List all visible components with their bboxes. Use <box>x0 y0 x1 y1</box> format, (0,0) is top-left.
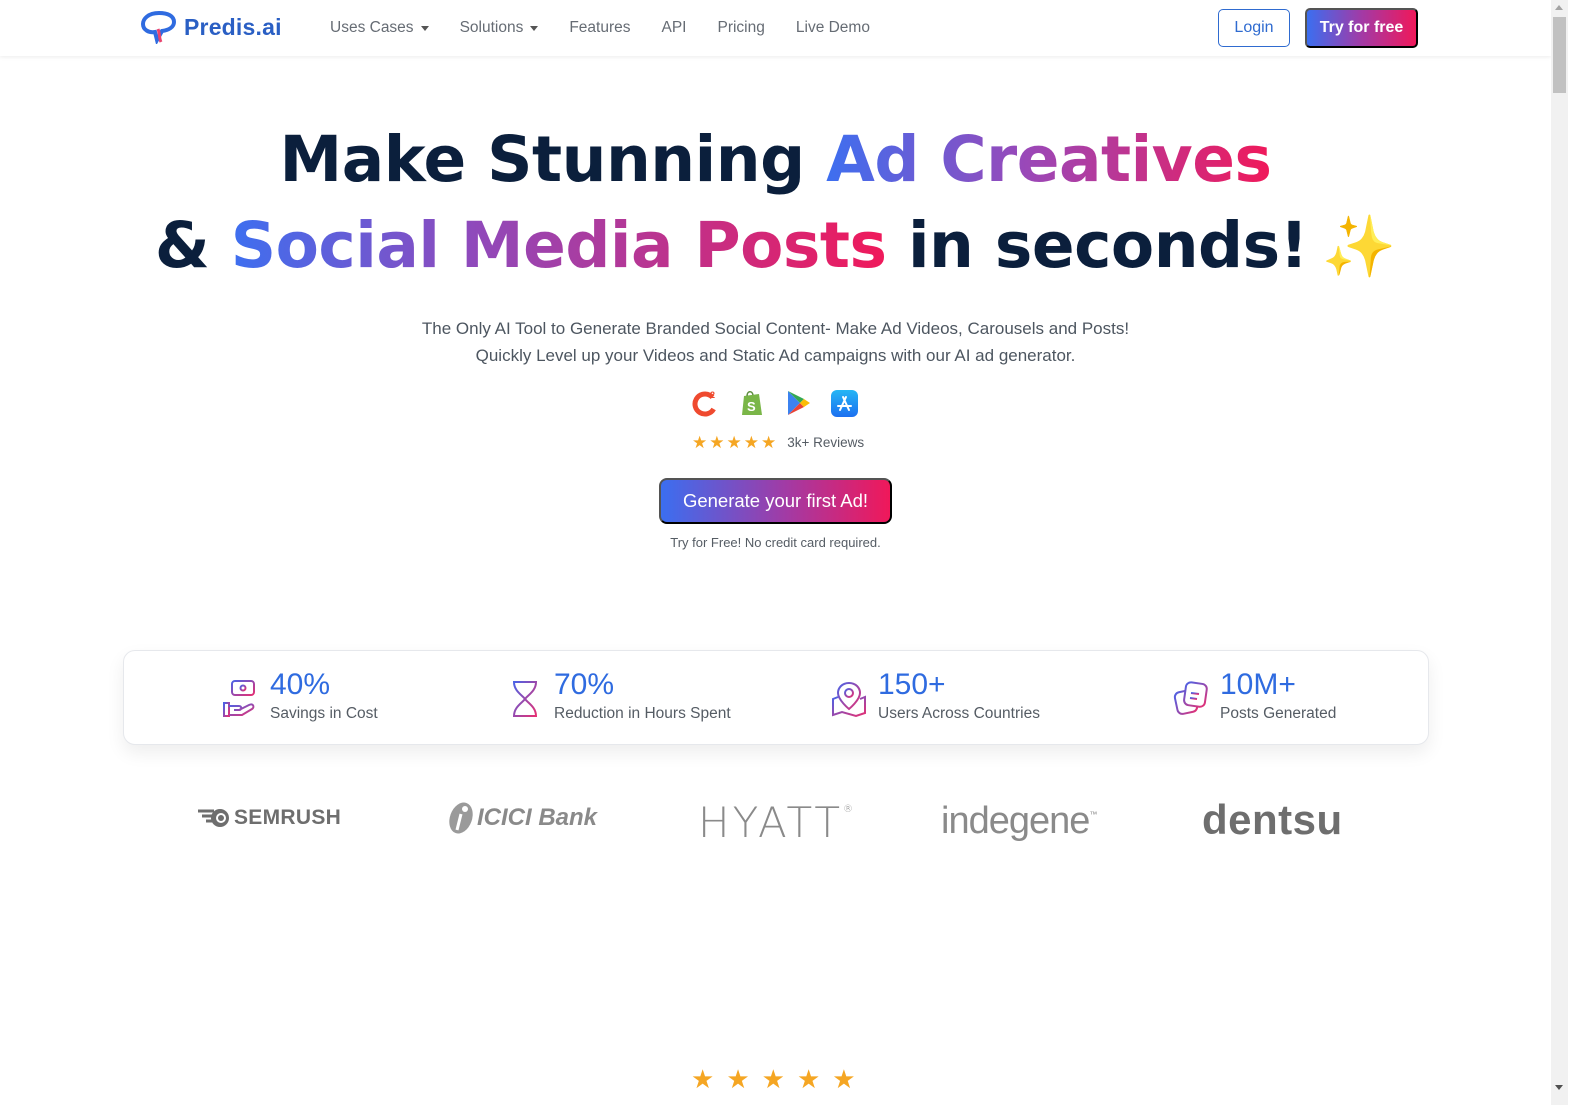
star-icon: ★ <box>761 433 777 452</box>
semrush-logo-text: SEMRUSH <box>234 806 342 829</box>
hero-title-highlight: Ad Creatives <box>826 123 1272 196</box>
money-hand-icon <box>223 680 255 717</box>
star-icon: ★ <box>726 433 742 452</box>
try-for-free-button[interactable]: Try for free <box>1305 8 1418 48</box>
scroll-down-arrow-icon[interactable] <box>1555 1085 1563 1090</box>
reviews-count: 3k+ Reviews <box>787 435 865 450</box>
nav-solutions[interactable]: Solutions <box>460 19 539 37</box>
scroll-up-arrow-icon[interactable] <box>1555 5 1563 10</box>
indegene-logo-text: indegene <box>941 800 1090 842</box>
predis-logo-icon <box>140 10 177 44</box>
trademark-mark: ™ <box>1089 810 1097 819</box>
hero-title-ampersand: & <box>154 209 231 282</box>
page-scrollbar[interactable] <box>1551 0 1568 1105</box>
hourglass-icon <box>512 681 538 717</box>
stat-value: 40% <box>270 668 331 701</box>
google-play-icon[interactable] <box>784 389 812 417</box>
nav-features[interactable]: Features <box>569 19 630 37</box>
stat-label: Posts Generated <box>1220 705 1337 722</box>
svg-text:2: 2 <box>710 390 715 400</box>
platform-badges: 2 S <box>692 389 858 417</box>
hero-title-plain: Make Stunning <box>279 123 827 196</box>
nav-solutions-label: Solutions <box>459 19 524 36</box>
star-icon: ★ <box>691 1064 715 1094</box>
navbar: Predis.ai Uses Cases Solutions Features … <box>0 0 1551 56</box>
icici-logo-text: ICICI Bank <box>477 804 598 831</box>
brand-logo-link[interactable]: Predis.ai <box>140 10 282 44</box>
brand-name: Predis.ai <box>184 13 282 40</box>
sparkles-icon: ✨ <box>1321 212 1397 282</box>
map-pin-icon <box>832 681 866 718</box>
login-button[interactable]: Login <box>1218 9 1290 47</box>
rating-row: ★ ★ ★ ★ ★ 3k+ Reviews <box>692 434 864 451</box>
nav-pricing[interactable]: Pricing <box>717 19 764 37</box>
stat-value: 10M+ <box>1220 668 1296 701</box>
stat-label: Users Across Countries <box>878 705 1040 722</box>
registered-mark: ® <box>843 804 857 815</box>
star-icon: ★ <box>692 433 708 452</box>
svg-text:S: S <box>747 399 756 414</box>
stat-posts: 10M+ Posts Generated <box>1172 667 1336 724</box>
stats-card: 40% Savings in Cost 70% Reduction in Hou… <box>123 650 1429 745</box>
hero-title-line-1: Make Stunning Ad Creatives <box>0 128 1551 191</box>
hero-subtitle-line-1: The Only AI Tool to Generate Branded Soc… <box>421 319 1130 338</box>
generate-first-ad-button[interactable]: Generate your first Ad! <box>659 478 892 524</box>
caret-down-icon <box>420 25 429 31</box>
scroll-thumb[interactable] <box>1553 17 1566 93</box>
stat-label: Reduction in Hours Spent <box>554 705 731 722</box>
stat-savings: 40% Savings in Cost <box>222 667 378 724</box>
nav-api[interactable]: API <box>662 19 687 37</box>
caret-down-icon <box>530 25 539 31</box>
semrush-logo: SEMRUSH <box>196 806 341 830</box>
app-store-icon[interactable] <box>830 389 858 417</box>
stat-value: 70% <box>554 668 615 701</box>
icici-emblem-icon <box>449 802 473 834</box>
hero-title-line-2: & Social Media Posts in seconds! ✨ <box>0 214 1551 277</box>
icici-bank-logo: ICICI Bank <box>445 800 597 836</box>
stat-users: 150+ Users Across Countries <box>830 667 1040 724</box>
hero-title-plain-2: in seconds! <box>886 209 1308 282</box>
posts-icon <box>1173 681 1208 715</box>
star-icon: ★ <box>709 433 725 452</box>
nav-uses-cases-label: Uses Cases <box>330 19 414 36</box>
star-icon: ★ <box>726 1064 750 1094</box>
hero-title-highlight-2: Social Media Posts <box>230 209 887 282</box>
star-icon: ★ <box>761 1064 785 1094</box>
stat-label: Savings in Cost <box>270 705 378 722</box>
main-nav: Uses Cases Solutions Features API Pricin… <box>330 0 901 56</box>
hero-subtitle-line-2: Quickly Level up your Videos and Static … <box>475 346 1076 365</box>
testimonial-rating: ★ ★ ★ ★ ★ <box>691 1066 856 1092</box>
dentsu-logo: dentsu <box>1202 796 1343 843</box>
star-icon: ★ <box>832 1064 856 1094</box>
semrush-flame-icon <box>198 809 229 827</box>
star-icon: ★ <box>743 433 759 452</box>
star-icon: ★ <box>796 1064 821 1094</box>
stat-hours: 70% Reduction in Hours Spent <box>506 667 731 724</box>
nav-live-demo[interactable]: Live Demo <box>796 19 870 37</box>
hyatt-logo-text: HYATT <box>698 798 844 847</box>
stat-value: 150+ <box>878 668 946 701</box>
cta-note: Try for Free! No credit card required. <box>670 535 881 550</box>
shopify-icon[interactable]: S <box>738 389 766 417</box>
indegene-logo: indegene ™ <box>941 800 1097 843</box>
g2-icon[interactable]: 2 <box>692 389 720 417</box>
hyatt-logo: HYATT ® <box>698 798 856 847</box>
nav-uses-cases[interactable]: Uses Cases <box>330 19 429 37</box>
